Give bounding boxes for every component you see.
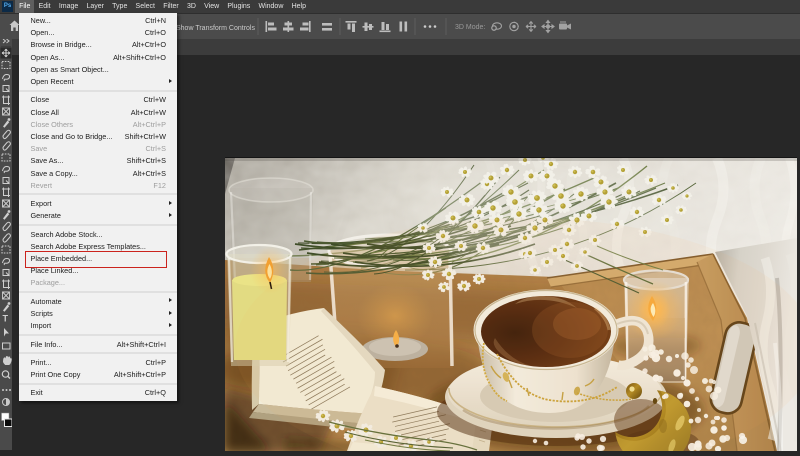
svg-text:T: T	[3, 314, 9, 324]
svg-text:3D Mode:: 3D Mode:	[455, 24, 485, 31]
